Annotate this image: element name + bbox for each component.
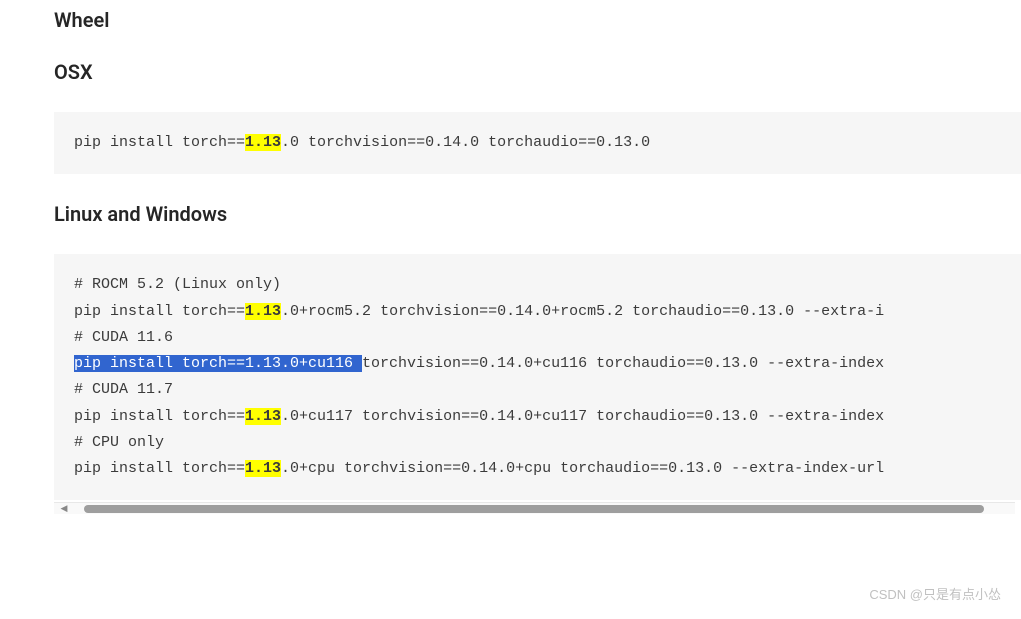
code-text: .0 torchvision==0.14.0 torchaudio==0.13.… [281, 134, 650, 151]
heading-wheel: Wheel [54, 8, 1021, 32]
code-text: torchvision==0.14.0+cu116 torchaudio==0.… [362, 355, 884, 372]
text-selection: pip install torch==1.13.0+cu116 [74, 355, 362, 372]
heading-osx: OSX [54, 60, 1021, 84]
search-highlight: 1.13 [245, 408, 281, 425]
code-text: pip install torch== [74, 460, 245, 477]
horizontal-scrollbar[interactable]: ◀ [54, 502, 1015, 514]
code-text: .0+cpu torchvision==0.14.0+cpu torchaudi… [281, 460, 884, 477]
watermark: CSDN @只是有点小怂 [869, 584, 1001, 603]
code-comment: # CUDA 11.7 [74, 377, 1001, 403]
search-highlight: 1.13 [245, 134, 281, 151]
code-comment: # CUDA 11.6 [74, 325, 1001, 351]
code-text: pip install torch== [74, 408, 245, 425]
code-block-osx[interactable]: pip install torch==1.13.0 torchvision==0… [54, 112, 1021, 174]
code-comment: # ROCM 5.2 (Linux only) [74, 272, 1001, 298]
scroll-left-arrow-icon[interactable]: ◀ [58, 503, 70, 515]
code-text: .0+rocm5.2 torchvision==0.14.0+rocm5.2 t… [281, 303, 884, 320]
code-text: .0+cu117 torchvision==0.14.0+cu117 torch… [281, 408, 884, 425]
code-text: pip install torch== [74, 134, 245, 151]
heading-linux-windows: Linux and Windows [54, 202, 1021, 226]
code-line: pip install torch==1.13.0+cu117 torchvis… [74, 404, 1001, 430]
code-line: pip install torch==1.13.0+rocm5.2 torchv… [74, 299, 1001, 325]
code-line: pip install torch==1.13.0 torchvision==0… [74, 130, 1001, 156]
scrollbar-thumb[interactable] [84, 505, 984, 513]
code-line: pip install torch==1.13.0+cu116 torchvis… [74, 351, 1001, 377]
code-comment: # CPU only [74, 430, 1001, 456]
search-highlight: 1.13 [245, 303, 281, 320]
code-text: pip install torch== [74, 303, 245, 320]
search-highlight: 1.13 [245, 460, 281, 477]
code-line: pip install torch==1.13.0+cpu torchvisio… [74, 456, 1001, 482]
code-block-linux-windows[interactable]: # ROCM 5.2 (Linux only) pip install torc… [54, 254, 1021, 500]
